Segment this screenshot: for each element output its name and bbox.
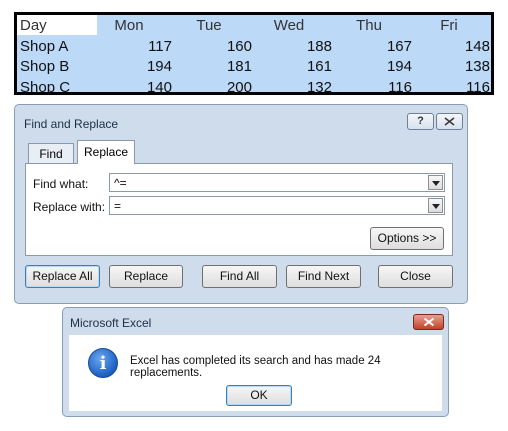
value-cell[interactable]: 138 bbox=[442, 56, 490, 76]
find-what-value: ^= bbox=[114, 176, 127, 190]
message-box-body: i Excel has completed its search and has… bbox=[69, 335, 442, 411]
replace-with-value: = bbox=[114, 199, 122, 213]
find-what-label: Find what: bbox=[33, 177, 89, 191]
tab-replace-label: Replace bbox=[83, 145, 129, 159]
table-row: Shop A 117 160 188 167 148 bbox=[17, 36, 491, 57]
value-cell[interactable]: 167 bbox=[364, 36, 412, 56]
replace-tab-panel: Find what: ^= Replace with: = Options >> bbox=[25, 163, 453, 256]
replace-with-label: Replace with: bbox=[33, 200, 106, 214]
value-cell[interactable]: 140 bbox=[124, 77, 172, 97]
value-cell[interactable]: 116 bbox=[364, 77, 412, 97]
value-cell[interactable]: 117 bbox=[124, 36, 172, 56]
close-icon bbox=[423, 317, 435, 327]
row-label-cell[interactable]: Shop B bbox=[20, 56, 69, 76]
value-cell[interactable]: 160 bbox=[204, 36, 252, 56]
row-label-cell[interactable]: Shop C bbox=[20, 77, 70, 97]
header-cell-wed[interactable]: Wed bbox=[259, 15, 319, 35]
close-window-button[interactable] bbox=[436, 113, 463, 130]
value-cell[interactable]: 148 bbox=[442, 36, 490, 56]
close-button[interactable]: Close bbox=[378, 265, 453, 288]
table-row: Shop B 194 181 161 194 138 bbox=[17, 56, 491, 77]
spreadsheet-range[interactable]: Day Mon Tue Wed Thu Fri Shop A 117 160 1… bbox=[14, 12, 494, 98]
replace-all-button[interactable]: Replace All bbox=[25, 265, 100, 288]
tab-replace[interactable]: Replace bbox=[77, 140, 135, 164]
close-icon bbox=[444, 117, 455, 126]
row-label-cell[interactable]: Shop A bbox=[20, 36, 68, 56]
find-what-dropdown-icon[interactable] bbox=[428, 175, 443, 190]
header-cell-thu[interactable]: Thu bbox=[339, 15, 399, 35]
ok-button[interactable]: OK bbox=[226, 385, 292, 406]
replace-button[interactable]: Replace bbox=[109, 265, 183, 288]
excel-message-box: Microsoft Excel i Excel has completed it… bbox=[62, 307, 449, 417]
message-box-title: Microsoft Excel bbox=[70, 316, 152, 330]
message-box-close-button[interactable] bbox=[413, 314, 444, 330]
header-cell-tue[interactable]: Tue bbox=[179, 15, 239, 35]
value-cell[interactable]: 116 bbox=[442, 77, 490, 97]
find-all-button[interactable]: Find All bbox=[202, 265, 277, 288]
message-text: Excel has completed its search and has m… bbox=[130, 355, 381, 379]
replace-with-dropdown-icon[interactable] bbox=[428, 198, 443, 213]
help-icon: ? bbox=[417, 115, 424, 127]
find-what-field[interactable]: ^= bbox=[109, 173, 445, 192]
value-cell[interactable]: 194 bbox=[124, 56, 172, 76]
value-cell[interactable]: 161 bbox=[284, 56, 332, 76]
info-icon: i bbox=[88, 348, 118, 378]
value-cell[interactable]: 200 bbox=[204, 77, 252, 97]
help-button[interactable]: ? bbox=[407, 113, 434, 130]
table-row: Shop C 140 200 132 116 116 bbox=[17, 77, 491, 98]
find-next-button[interactable]: Find Next bbox=[286, 265, 361, 288]
value-cell[interactable]: 194 bbox=[364, 56, 412, 76]
dialog-title: Find and Replace bbox=[24, 117, 119, 131]
tab-find-label: Find bbox=[39, 147, 63, 161]
value-cell[interactable]: 132 bbox=[284, 77, 332, 97]
replace-with-field[interactable]: = bbox=[109, 196, 445, 215]
header-cell-mon[interactable]: Mon bbox=[99, 15, 159, 35]
header-cell-fri[interactable]: Fri bbox=[419, 15, 479, 35]
tab-find[interactable]: Find bbox=[28, 143, 74, 164]
options-button[interactable]: Options >> bbox=[370, 227, 444, 250]
value-cell[interactable]: 188 bbox=[284, 36, 332, 56]
value-cell[interactable]: 181 bbox=[204, 56, 252, 76]
header-cell-day[interactable]: Day bbox=[17, 15, 97, 35]
header-row: Day Mon Tue Wed Thu Fri bbox=[17, 15, 491, 36]
